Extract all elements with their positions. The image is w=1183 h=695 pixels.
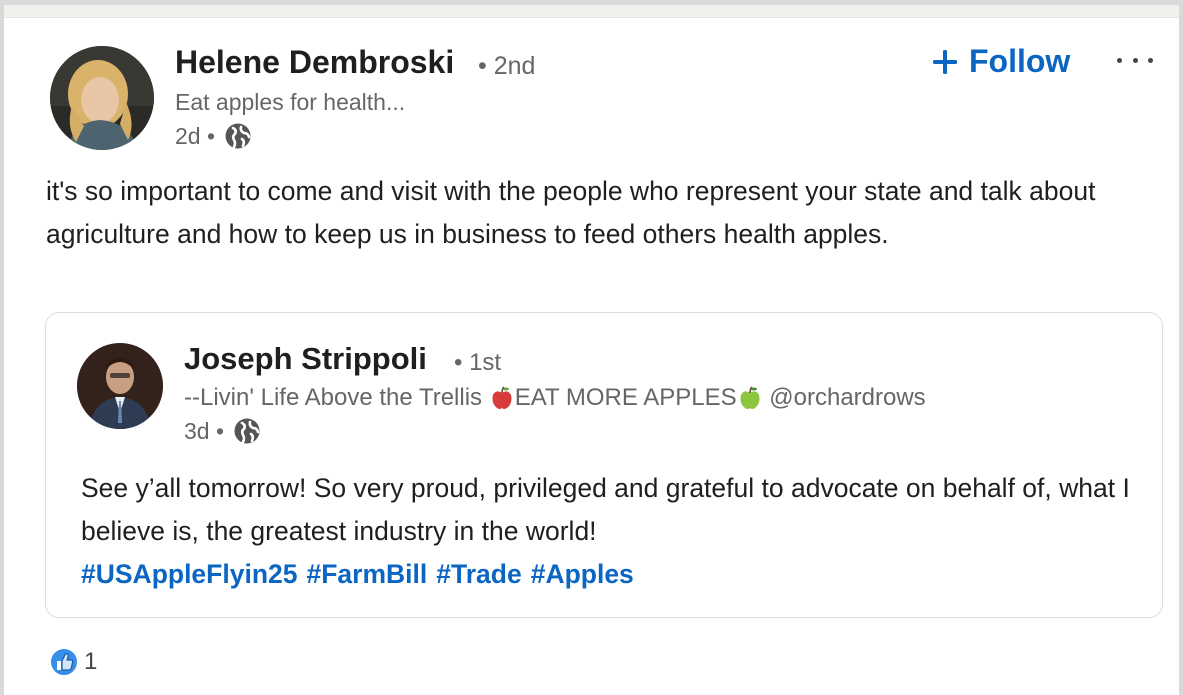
shared-connection-degree: • 1st: [454, 349, 502, 376]
reaction-count: 1: [84, 648, 98, 675]
author-headline: Eat apples for health...: [175, 89, 406, 115]
hashtag-link[interactable]: #Apples: [531, 553, 634, 596]
more-options-icon[interactable]: [1117, 48, 1153, 72]
author-name[interactable]: Helene Dembroski: [175, 44, 454, 81]
like-icon: [48, 646, 80, 678]
connection-degree: • 2nd: [478, 52, 536, 80]
headline-part-2: EAT MORE APPLES: [514, 384, 737, 411]
headline-part-3: @orchardrows: [762, 384, 926, 411]
author-avatar[interactable]: [50, 46, 154, 150]
post-text: it's so important to come and visit with…: [46, 176, 1096, 249]
post-time-label: 2d •: [175, 122, 216, 149]
globe-icon: [232, 416, 262, 446]
follow-label: Follow: [969, 42, 1071, 79]
shared-author-avatar[interactable]: [77, 343, 163, 429]
shared-post-card[interactable]: Joseph Strippoli • 1st --Livin' Life Abo…: [45, 312, 1163, 618]
shared-post-time: 3d •: [184, 416, 262, 446]
hashtag-list: #USAppleFlyin25 #FarmBill #Trade #Apples: [81, 553, 1141, 596]
shared-post-time-label: 3d •: [184, 417, 225, 444]
follow-button[interactable]: Follow: [931, 41, 1070, 81]
hashtag-link[interactable]: #FarmBill: [306, 553, 427, 596]
shared-post-text-block: See y’all tomorrow! So very proud, privi…: [81, 467, 1141, 596]
globe-icon: [223, 121, 253, 151]
shared-post-text: See y’all tomorrow! So very proud, privi…: [81, 473, 1130, 546]
headline-part-1: --Livin' Life Above the Trellis: [184, 384, 489, 411]
hashtag-link[interactable]: #Trade: [436, 553, 521, 596]
post-time: 2d •: [175, 121, 253, 151]
plus-icon: [931, 47, 959, 75]
reactions-summary[interactable]: 1: [48, 646, 97, 678]
hashtag-link[interactable]: #USAppleFlyin25: [81, 553, 297, 596]
shared-author-headline: --Livin' Life Above the Trellis EAT MORE…: [184, 384, 926, 412]
red-apple-icon: [489, 385, 515, 411]
green-apple-icon: [737, 385, 763, 411]
shared-author-name[interactable]: Joseph Strippoli: [184, 341, 427, 377]
